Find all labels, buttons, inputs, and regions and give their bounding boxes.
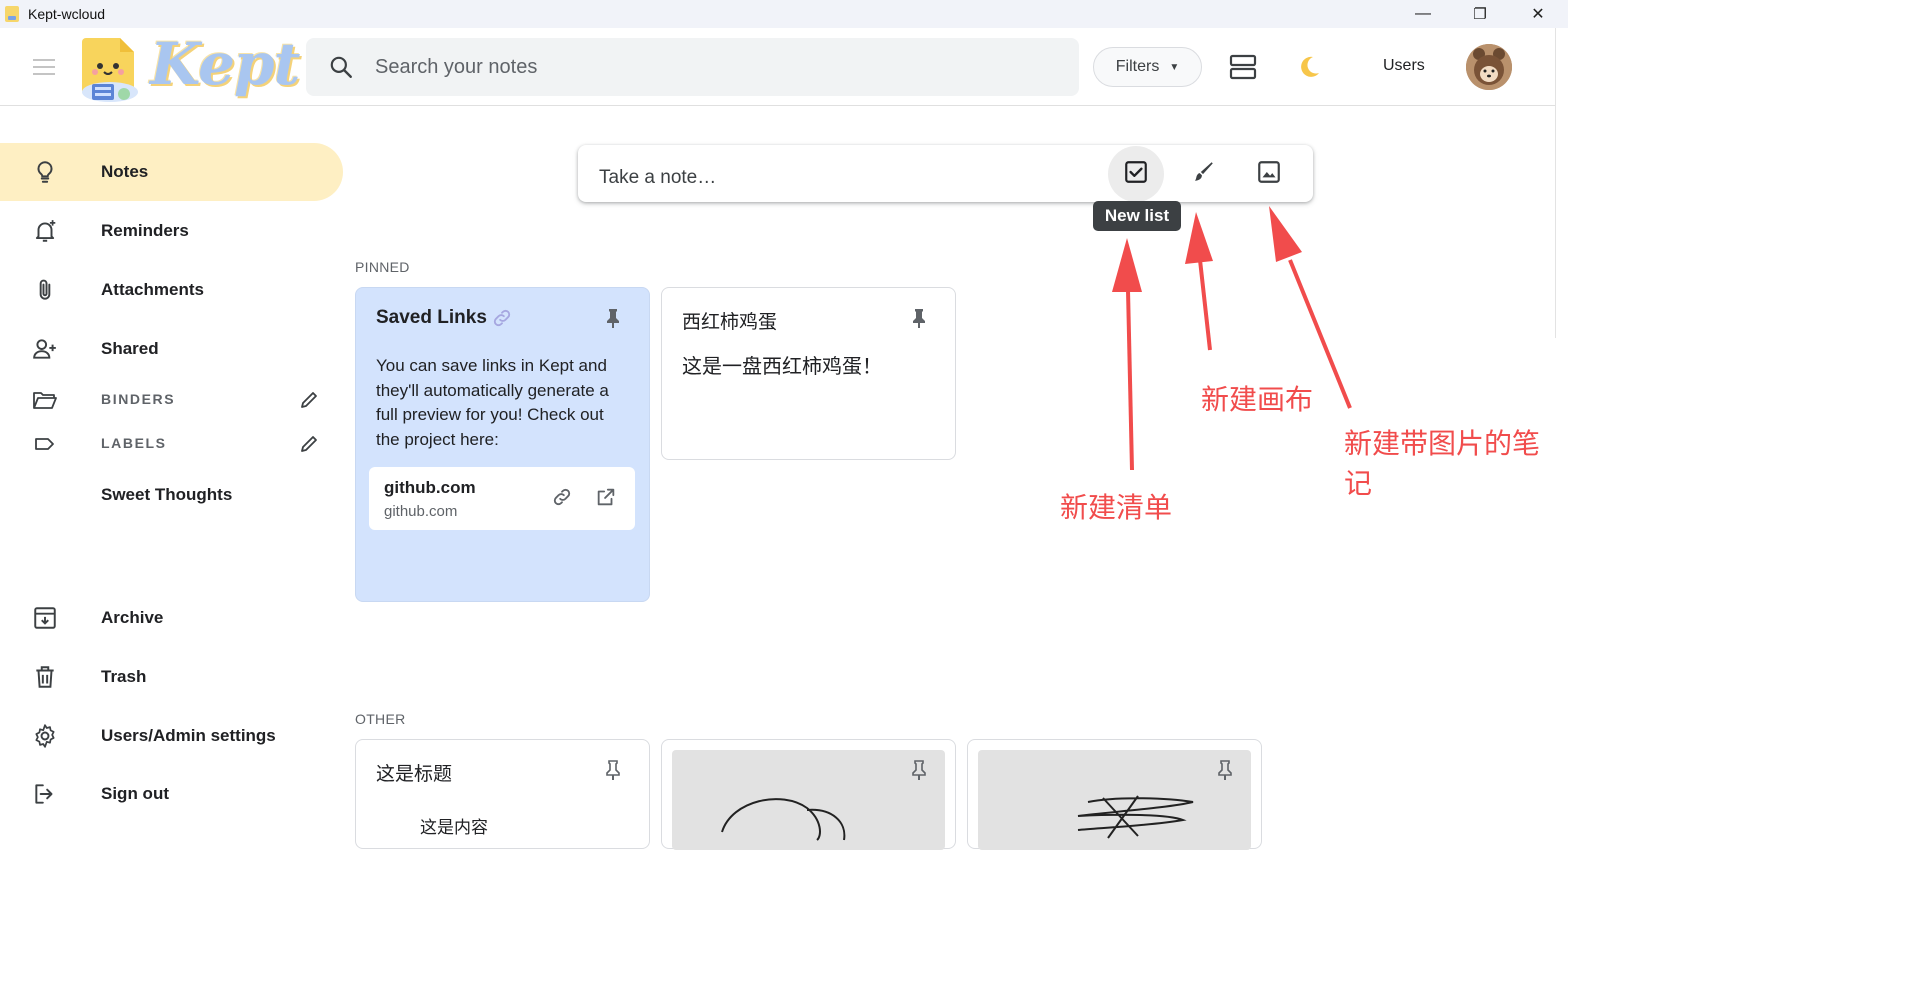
annotation-line: 记 — [1344, 468, 1373, 499]
annotation-new-canvas: 新建画布 — [1201, 384, 1314, 415]
annotation-line: 新建带图片的笔 — [1344, 428, 1541, 459]
annotation-new-list: 新建清单 — [1060, 492, 1173, 523]
annotation-arrows — [1112, 206, 1352, 471]
annotation-new-image-note: 新建带图片的笔 记 — [1344, 424, 1540, 504]
